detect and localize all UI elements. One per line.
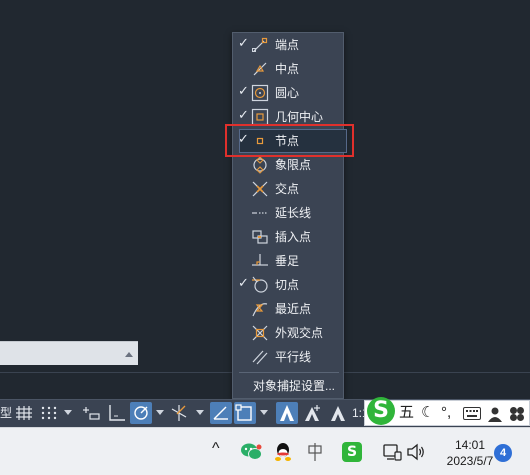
menu-item-label: 最近点 bbox=[275, 302, 312, 316]
endpoint-snap-icon bbox=[252, 37, 268, 52]
volume-icon[interactable] bbox=[406, 442, 426, 462]
network-icon[interactable] bbox=[382, 442, 402, 462]
menu-item-label: 对象捕捉设置... bbox=[253, 379, 336, 393]
keyboard-icon[interactable] bbox=[463, 407, 481, 420]
menu-item-label: 圆心 bbox=[275, 86, 300, 100]
auto-scale-icon bbox=[305, 405, 320, 421]
menu-item-label: 平行线 bbox=[275, 350, 312, 364]
perpendicular-snap-icon bbox=[252, 254, 268, 266]
notification-badge[interactable]: 4 bbox=[494, 444, 512, 462]
infer-constraints-button[interactable] bbox=[80, 402, 102, 424]
menu-item-label: 端点 bbox=[275, 38, 300, 52]
annotation-scale-button[interactable] bbox=[328, 402, 348, 424]
annotation-scale-icon bbox=[280, 405, 294, 421]
command-line-panel[interactable] bbox=[0, 341, 138, 365]
insertion-snap-icon bbox=[252, 230, 268, 244]
ortho-icon bbox=[109, 405, 125, 421]
object-snap-tracking-button[interactable] bbox=[210, 402, 232, 424]
check-mark-icon: ✓ bbox=[238, 84, 249, 99]
grid-toggle-button[interactable] bbox=[14, 402, 34, 424]
punctuation-icon[interactable]: °, bbox=[441, 404, 451, 422]
intersection-snap-icon bbox=[252, 181, 268, 197]
chevron-down-icon[interactable] bbox=[196, 410, 204, 415]
polar-tracking-icon bbox=[134, 406, 148, 420]
menu-item-label: 外观交点 bbox=[275, 326, 324, 340]
menu-item-label: 延长线 bbox=[275, 206, 312, 220]
geometric-center-snap-icon bbox=[251, 108, 269, 126]
menu-item-parallel[interactable]: 平行线 bbox=[233, 345, 345, 369]
menu-item-label: 节点 bbox=[275, 134, 300, 148]
node-snap-icon bbox=[256, 137, 264, 145]
menu-item-label: 交点 bbox=[275, 182, 300, 196]
annotation-scale-a-icon bbox=[331, 406, 345, 421]
quadrant-snap-icon bbox=[253, 156, 267, 174]
snap-mode-button[interactable] bbox=[38, 402, 60, 424]
half-width-moon-icon[interactable]: ☾ bbox=[421, 404, 434, 422]
tangent-snap-icon bbox=[252, 276, 268, 293]
auto-scale-button[interactable] bbox=[302, 402, 324, 424]
sogou-tray-icon[interactable]: S bbox=[342, 442, 362, 462]
menu-item-center[interactable]: ✓ 圆心 bbox=[233, 81, 345, 105]
menu-item-osnap-settings[interactable]: 对象捕捉设置... bbox=[233, 375, 345, 397]
qq-icon[interactable] bbox=[274, 442, 292, 462]
chevron-down-icon[interactable] bbox=[260, 410, 268, 415]
extension-snap-icon bbox=[252, 212, 268, 214]
menu-item-node[interactable]: ✓ 节点 bbox=[233, 129, 345, 153]
menu-item-geometric-center[interactable]: ✓ 几何中心 bbox=[233, 105, 345, 129]
menu-item-label: 切点 bbox=[275, 278, 300, 292]
menu-separator bbox=[239, 372, 339, 373]
menu-item-endpoint[interactable]: ✓ 端点 bbox=[233, 33, 345, 57]
menu-item-perpendicular[interactable]: 垂足 bbox=[233, 249, 345, 273]
object-snap-menu: ✓ 端点 中点 ✓ 圆心 ✓ 几何中心 ✓ 节点 象限点 交点 延长线 插入点 … bbox=[232, 32, 347, 399]
menu-item-intersection[interactable]: 交点 bbox=[233, 177, 345, 201]
midpoint-snap-icon bbox=[253, 62, 267, 76]
chevron-down-icon[interactable] bbox=[64, 410, 72, 415]
check-mark-icon: ✓ bbox=[238, 132, 249, 147]
snap-grid-icon bbox=[41, 406, 57, 420]
infer-constraints-icon bbox=[83, 407, 100, 420]
ime-toolbar: S 五 ☾ °, bbox=[364, 397, 530, 426]
annotation-visibility-button[interactable] bbox=[276, 402, 298, 424]
isodraft-icon bbox=[171, 405, 187, 421]
parallel-snap-icon bbox=[252, 350, 268, 365]
center-snap-icon bbox=[251, 84, 269, 102]
input-method-icon[interactable] bbox=[306, 442, 324, 462]
object-snap-button[interactable] bbox=[234, 402, 256, 424]
menu-item-extension[interactable]: 延长线 bbox=[233, 201, 345, 225]
isodraft-button[interactable] bbox=[168, 402, 190, 424]
user-icon[interactable] bbox=[487, 406, 503, 422]
ortho-mode-button[interactable] bbox=[106, 402, 128, 424]
sogou-logo-icon[interactable]: S bbox=[367, 397, 395, 425]
menu-item-tangent[interactable]: ✓ 切点 bbox=[233, 273, 345, 297]
object-snap-icon bbox=[235, 404, 252, 421]
menu-item-quadrant[interactable]: 象限点 bbox=[233, 153, 345, 177]
polar-tracking-button[interactable] bbox=[130, 402, 152, 424]
menu-item-label: 象限点 bbox=[275, 158, 312, 172]
toolbox-icon[interactable] bbox=[509, 406, 525, 422]
menu-item-insertion[interactable]: 插入点 bbox=[233, 225, 345, 249]
ime-mode-label[interactable]: 五 bbox=[399, 404, 414, 422]
object-snap-tracking-icon bbox=[213, 406, 228, 420]
grid-icon bbox=[16, 406, 32, 420]
taskbar: ^ S 14:01 2023/5/7 4 bbox=[0, 427, 530, 475]
show-hidden-icons-chevron[interactable]: ^ bbox=[212, 440, 220, 460]
menu-item-nearest[interactable]: 最近点 bbox=[233, 297, 345, 321]
wechat-icon[interactable] bbox=[240, 442, 262, 462]
menu-item-apparent-intersection[interactable]: 外观交点 bbox=[233, 321, 345, 345]
check-mark-icon: ✓ bbox=[238, 36, 249, 51]
menu-item-label: 几何中心 bbox=[275, 110, 324, 124]
nearest-snap-icon bbox=[252, 303, 268, 317]
model-tab-label[interactable]: 型 bbox=[0, 406, 12, 420]
menu-item-midpoint[interactable]: 中点 bbox=[233, 57, 345, 81]
menu-item-label: 中点 bbox=[275, 62, 300, 76]
expand-arrow-icon[interactable] bbox=[125, 352, 133, 357]
check-mark-icon: ✓ bbox=[238, 276, 249, 291]
menu-item-label: 垂足 bbox=[275, 254, 300, 268]
apparent-intersection-snap-icon bbox=[252, 325, 268, 341]
check-mark-icon: ✓ bbox=[238, 108, 249, 123]
menu-item-label: 插入点 bbox=[275, 230, 312, 244]
chevron-down-icon[interactable] bbox=[156, 410, 164, 415]
